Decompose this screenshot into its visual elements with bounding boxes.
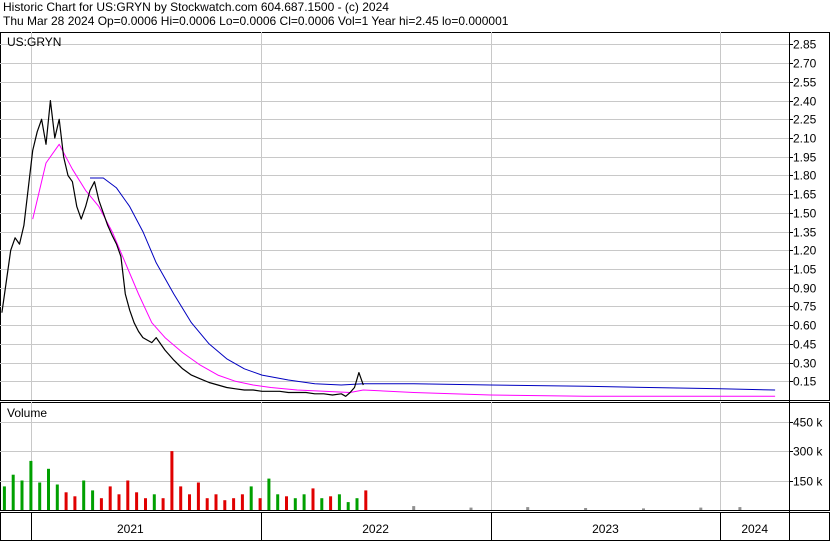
volume-bar — [179, 486, 183, 510]
volume-bar — [152, 494, 156, 510]
price-tick-label: 1.20 — [793, 244, 817, 258]
volume-bar — [38, 482, 42, 510]
price-tick-label: 1.95 — [793, 151, 817, 165]
price-panel-frame — [0, 32, 830, 401]
volume-bar — [73, 496, 77, 510]
volume-bar — [302, 494, 306, 510]
volume-bar — [55, 484, 59, 510]
price-tick-label: 0.15 — [793, 375, 817, 389]
volume-bar — [293, 498, 297, 510]
volume-bar — [526, 507, 530, 510]
price-tick-label: 1.80 — [793, 169, 817, 183]
price-tick-label: 2.40 — [793, 95, 817, 109]
volume-bar — [2, 486, 6, 510]
volume-bar — [584, 508, 588, 510]
volume-bar — [29, 460, 33, 510]
year-label: 2022 — [362, 522, 389, 536]
volume-bar — [320, 498, 324, 510]
volume-tick-label: 450 k — [793, 416, 823, 430]
volume-bar — [738, 507, 742, 510]
volume-bar — [20, 480, 24, 510]
price-tick-label: 0.75 — [793, 300, 817, 314]
volume-bar — [91, 490, 95, 510]
price-tick-label: 1.05 — [793, 263, 817, 277]
volume-bar — [161, 498, 165, 510]
volume-bar — [223, 500, 227, 510]
volume-bar — [188, 494, 191, 510]
price-tick-label: 2.25 — [793, 113, 817, 127]
volume-panel-label: Volume — [7, 406, 48, 420]
volume-bar — [364, 490, 368, 510]
stock-chart: 2.85 2.70 2.55 2.40 2.25 2.10 1.95 1.80 1.65 1.50… — [0, 32, 830, 541]
volume-bar — [355, 498, 359, 510]
volume-bar — [232, 498, 236, 510]
volume-bar — [642, 508, 645, 510]
volume-bar — [196, 482, 200, 510]
volume-bar — [469, 507, 473, 510]
price-tick-label: 2.10 — [793, 132, 817, 146]
volume-bar — [285, 496, 288, 510]
volume-bar — [99, 498, 103, 510]
long-moving-average-line — [90, 177, 776, 391]
volume-bar — [249, 486, 253, 510]
volume-tick-label: 150 k — [793, 475, 823, 489]
volume-bar — [108, 486, 112, 510]
price-tick-label: 0.30 — [793, 357, 817, 371]
year-label: 2024 — [741, 522, 768, 536]
price-tick-label: 2.85 — [793, 38, 817, 52]
volume-bar — [64, 492, 68, 510]
volume-bar — [240, 494, 244, 510]
volume-bar — [267, 478, 271, 510]
price-tick-label: 1.50 — [793, 207, 817, 221]
volume-bar — [311, 488, 315, 510]
volume-bar — [82, 480, 86, 510]
volume-bar — [126, 480, 130, 510]
price-tick-label: 1.65 — [793, 188, 817, 202]
volume-bar — [144, 498, 147, 510]
volume-bar — [346, 502, 350, 510]
volume-bar — [214, 494, 218, 510]
short-moving-average-line — [32, 143, 776, 397]
volume-bar — [135, 492, 139, 510]
year-label: 2021 — [117, 522, 144, 536]
volume-bar — [117, 494, 121, 510]
price-tick-label: 0.45 — [793, 338, 817, 352]
price-tick-label: 0.60 — [793, 319, 817, 333]
price-tick-label: 2.70 — [793, 57, 817, 71]
price-panel-label: US:GRYN — [7, 35, 62, 49]
volume-bar — [412, 506, 416, 510]
volume-panel-frame — [0, 402, 830, 511]
volume-bar — [205, 498, 209, 510]
price-tick-label: 2.55 — [793, 76, 817, 90]
volume-tick-label: 300 k — [793, 445, 823, 459]
year-label: 2023 — [592, 522, 619, 536]
volume-bar — [337, 494, 341, 510]
volume-bar — [329, 496, 333, 510]
volume-bar — [170, 451, 174, 510]
price-tick-label: 1.35 — [793, 226, 817, 240]
price-tick-label: 0.90 — [793, 282, 817, 296]
volume-bar — [47, 468, 50, 510]
volume-bar — [276, 494, 280, 510]
volume-bar — [699, 507, 703, 510]
volume-bar — [11, 474, 15, 510]
volume-bar — [258, 498, 262, 510]
